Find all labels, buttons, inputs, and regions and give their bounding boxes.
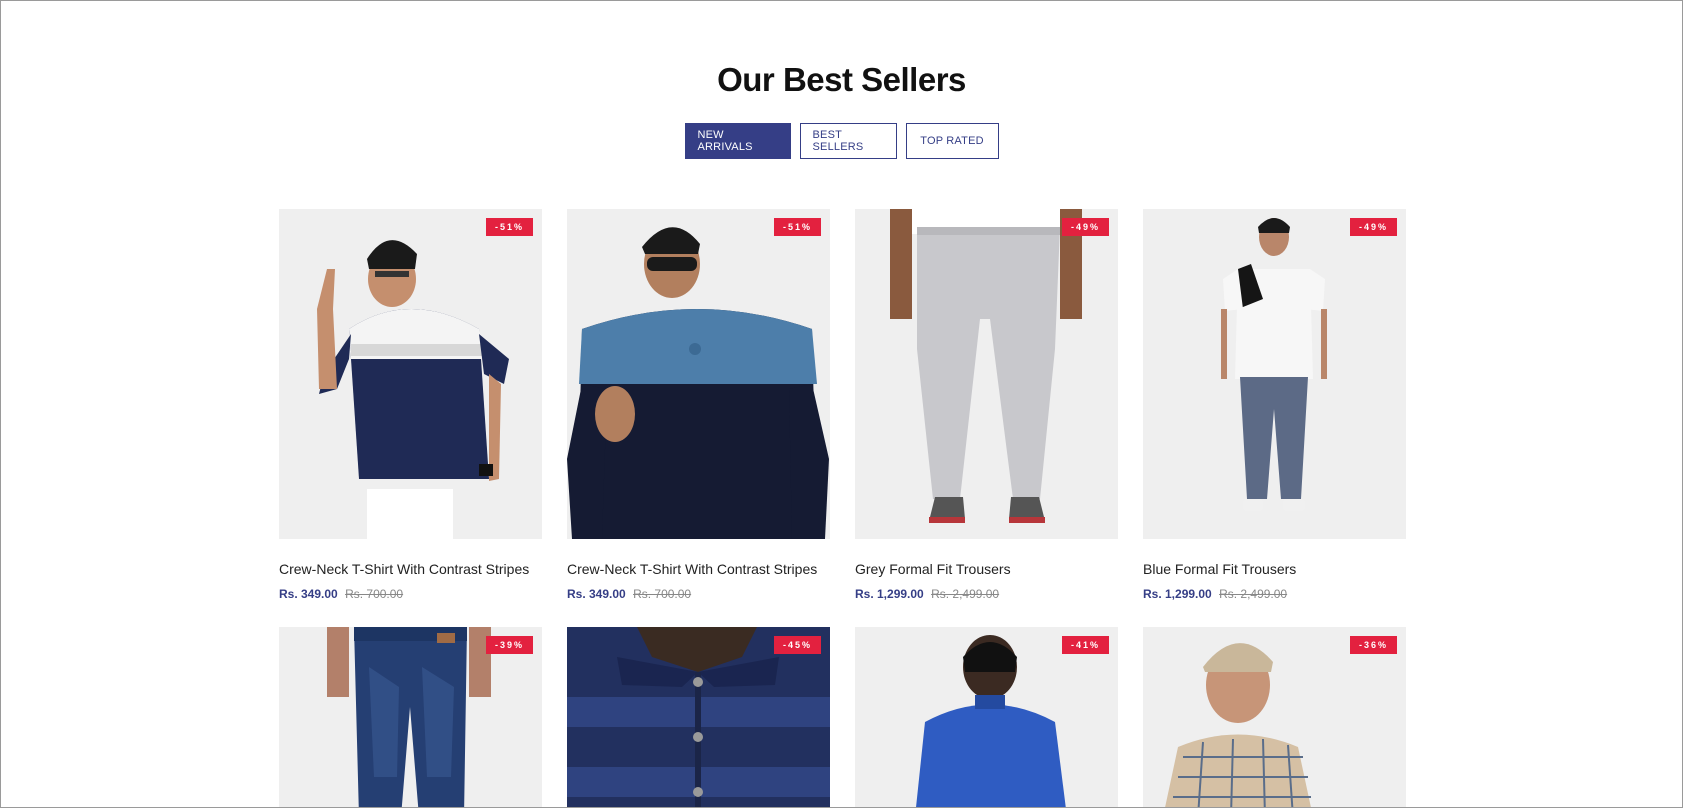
product-image[interactable]: -41% (855, 627, 1118, 807)
discount-badge: -49% (1349, 218, 1397, 236)
product-grid: -51% Crew-Neck T-Shirt With Contrast Str… (279, 209, 1407, 807)
original-price: Rs. 700.00 (633, 587, 692, 601)
product-image[interactable]: -51% (279, 209, 542, 539)
product-name[interactable]: Crew-Neck T-Shirt With Contrast Stripes (567, 561, 830, 577)
product-price: Rs. 1,299.00 Rs. 2,499.00 (1143, 587, 1406, 601)
product-price: Rs. 349.00 Rs. 700.00 (567, 587, 830, 601)
product-image[interactable]: -51% (567, 209, 830, 539)
section-title: Our Best Sellers (717, 61, 966, 98)
discount-badge: -45% (773, 636, 821, 654)
discount-badge: -36% (1349, 636, 1397, 654)
current-price: Rs. 349.00 (279, 587, 338, 601)
discount-badge: -49% (1061, 218, 1109, 236)
product-card[interactable]: -41% (855, 627, 1118, 807)
product-name[interactable]: Crew-Neck T-Shirt With Contrast Stripes (279, 561, 542, 577)
product-image[interactable]: -49% (855, 209, 1118, 539)
tab-top-rated[interactable]: TOP RATED (905, 123, 999, 159)
product-card[interactable]: -49% Grey Formal Fit Trousers Rs. 1,299.… (855, 209, 1118, 601)
product-card[interactable]: -51% Crew-Neck T-Shirt With Contrast Str… (279, 209, 542, 601)
product-name[interactable]: Grey Formal Fit Trousers (855, 561, 1118, 577)
filter-tabs: NEW ARRIVALS BEST SELLERS TOP RATED (1, 123, 1682, 159)
page-frame: Our Best Sellers NEW ARRIVALS BEST SELLE… (0, 0, 1683, 808)
current-price: Rs. 1,299.00 (1143, 587, 1212, 601)
product-name[interactable]: Blue Formal Fit Trousers (1143, 561, 1406, 577)
product-price: Rs. 349.00 Rs. 700.00 (279, 587, 542, 601)
discount-badge: -51% (485, 218, 533, 236)
product-card[interactable]: -49% Blue Formal Fit Trousers Rs. 1,299.… (1143, 209, 1406, 601)
product-image[interactable]: -49% (1143, 209, 1406, 539)
original-price: Rs. 700.00 (345, 587, 404, 601)
product-image[interactable]: -39% (279, 627, 542, 807)
tab-best-sellers[interactable]: BEST SELLERS (799, 123, 897, 159)
discount-badge: -39% (485, 636, 533, 654)
discount-badge: -51% (773, 218, 821, 236)
product-image[interactable]: -36% (1143, 627, 1406, 807)
product-price: Rs. 1,299.00 Rs. 2,499.00 (855, 587, 1118, 601)
current-price: Rs. 1,299.00 (855, 587, 924, 601)
tab-new-arrivals[interactable]: NEW ARRIVALS (684, 123, 791, 159)
product-card[interactable]: -45% (567, 627, 830, 807)
product-image[interactable]: -45% (567, 627, 830, 807)
product-card[interactable]: -51% Crew-Neck T-Shirt With Contrast Str… (567, 209, 830, 601)
product-card[interactable]: -39% (279, 627, 542, 807)
discount-badge: -41% (1061, 636, 1109, 654)
current-price: Rs. 349.00 (567, 587, 626, 601)
original-price: Rs. 2,499.00 (1219, 587, 1288, 601)
original-price: Rs. 2,499.00 (931, 587, 1000, 601)
product-card[interactable]: -36% (1143, 627, 1406, 807)
